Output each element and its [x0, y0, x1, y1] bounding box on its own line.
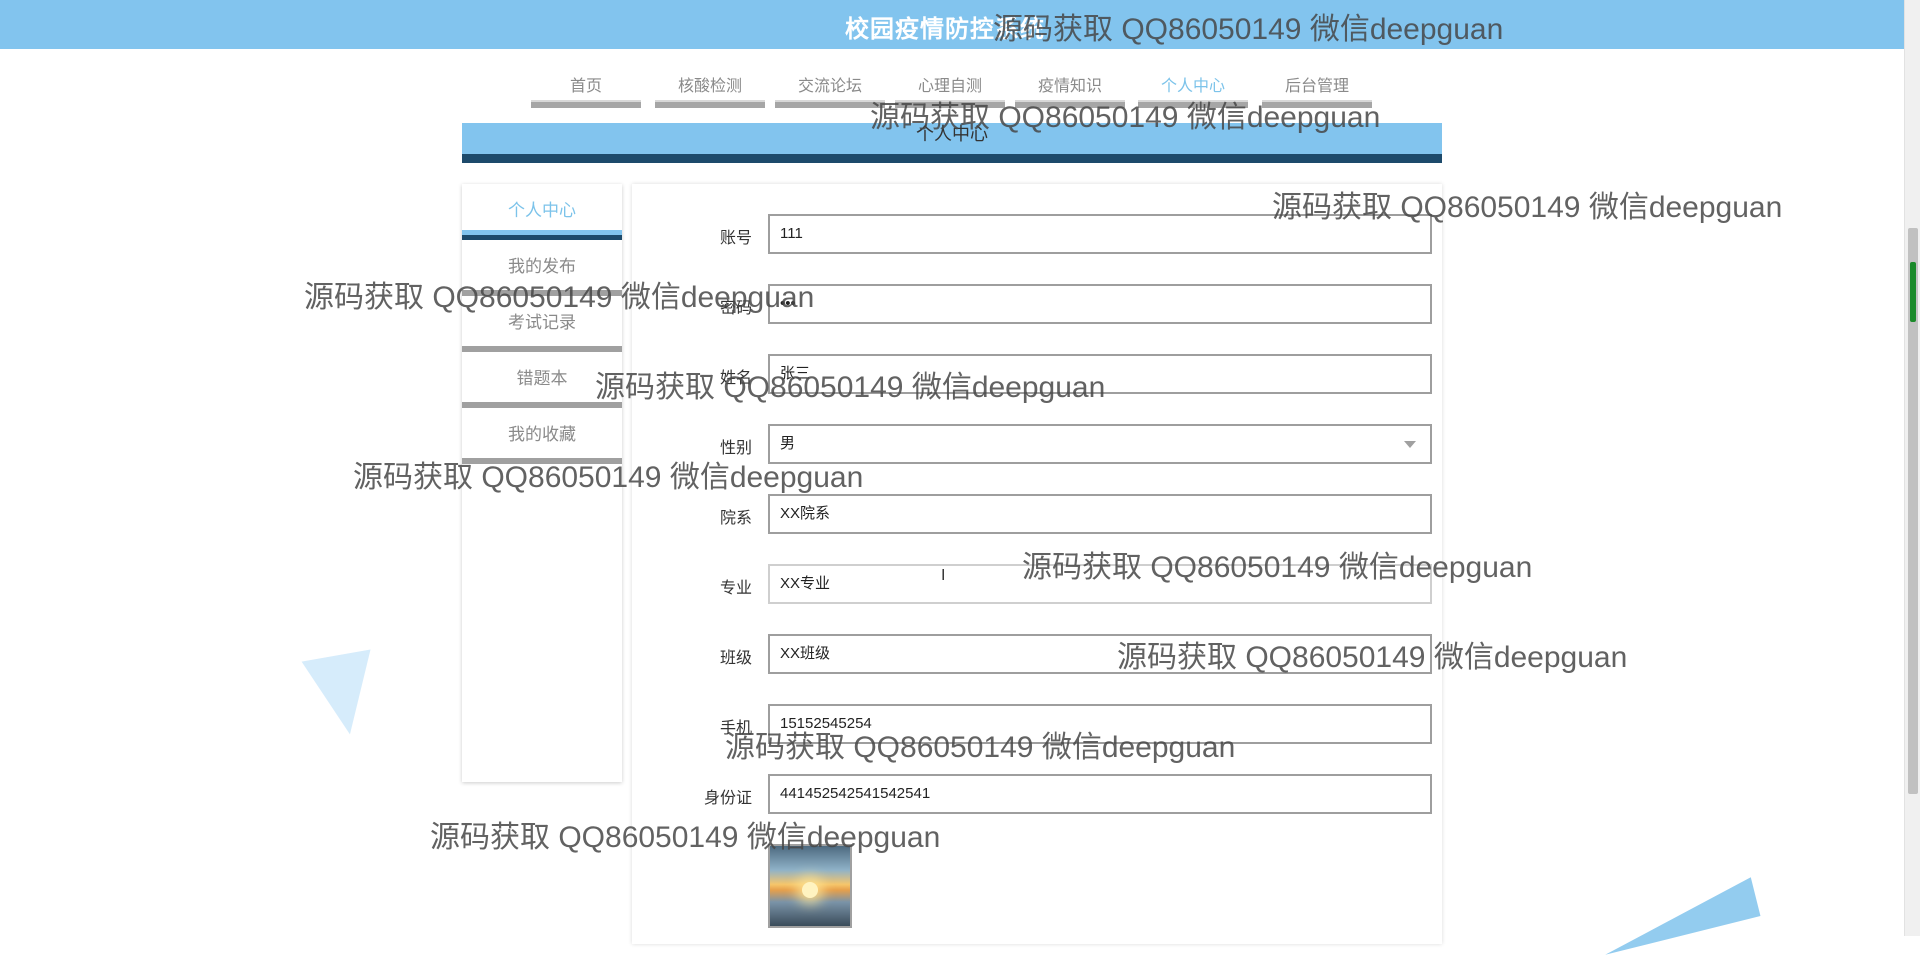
title-bar: 校园疫情防控系统	[0, 0, 1904, 49]
sidebar-item-my-posts[interactable]: 我的发布	[462, 240, 622, 296]
id-card-label: 身份证	[703, 790, 752, 807]
password-field[interactable]: •••	[768, 284, 1432, 324]
section-header: 个人中心	[462, 123, 1442, 163]
sidebar-item-wrong-questions[interactable]: 错题本	[462, 352, 622, 408]
account-label: 账号	[719, 230, 752, 247]
password-row: 密码 •••	[632, 284, 1442, 324]
phone-label: 手机	[719, 720, 752, 737]
profile-form: 账号 111 密码 ••• 姓名 张三 性别 男 院系 XX院系 专业 XX专业…	[632, 184, 1442, 944]
section-title: 个人中心	[916, 124, 988, 144]
nav-item-home[interactable]: 首页	[531, 72, 641, 108]
nav-item-personal-center[interactable]: 个人中心	[1138, 72, 1248, 108]
major-label: 专业	[719, 580, 752, 597]
class-field[interactable]: XX班级	[768, 634, 1432, 674]
gender-select[interactable]: 男	[768, 424, 1432, 464]
decor-triangle	[301, 649, 385, 741]
nav-item-nucleic-test[interactable]: 核酸检测	[655, 72, 765, 108]
sidebar: 个人中心 我的发布 考试记录 错题本 我的收藏	[462, 184, 622, 782]
gender-label: 性别	[719, 440, 752, 457]
name-label: 姓名	[719, 370, 752, 387]
nav-item-psych-test[interactable]: 心理自测	[895, 72, 1005, 108]
sidebar-item-exam-records[interactable]: 考试记录	[462, 296, 622, 352]
app-title: 校园疫情防控系统	[845, 16, 1045, 43]
sidebar-item-favorites[interactable]: 我的收藏	[462, 408, 622, 464]
scrollbar[interactable]	[1904, 0, 1920, 936]
major-field[interactable]: XX专业	[768, 564, 1432, 604]
nav-item-forum[interactable]: 交流论坛	[775, 72, 885, 108]
id-card-field[interactable]: 441452542541542541	[768, 774, 1432, 814]
phone-field[interactable]: 15152545254	[768, 704, 1432, 744]
account-field[interactable]: 111	[768, 214, 1432, 254]
class-label: 班级	[719, 650, 752, 667]
main-nav: 首页 核酸检测 交流论坛 心理自测 疫情知识 个人中心 后台管理	[0, 49, 1904, 123]
nav-item-epidemic-knowledge[interactable]: 疫情知识	[1015, 72, 1125, 108]
gender-row: 性别 男	[632, 424, 1442, 464]
name-row: 姓名 张三	[632, 354, 1442, 394]
gender-value: 男	[780, 435, 796, 452]
department-field[interactable]: XX院系	[768, 494, 1432, 534]
chevron-down-icon	[1404, 441, 1416, 448]
avatar[interactable]	[768, 844, 852, 928]
decor-triangle	[1595, 877, 1761, 955]
department-row: 院系 XX院系	[632, 494, 1442, 534]
department-label: 院系	[719, 510, 752, 527]
name-field[interactable]: 张三	[768, 354, 1432, 394]
nav-item-admin[interactable]: 后台管理	[1262, 72, 1372, 108]
sidebar-item-personal-center[interactable]: 个人中心	[462, 184, 622, 240]
class-row: 班级 XX班级	[632, 634, 1442, 674]
password-label: 密码	[719, 300, 752, 317]
id-card-row: 身份证 441452542541542541	[632, 774, 1442, 814]
account-row: 账号 111	[632, 214, 1442, 254]
major-row: 专业 XX专业	[632, 564, 1442, 604]
phone-row: 手机 15152545254	[632, 704, 1442, 744]
text-cursor-icon: I	[941, 567, 946, 584]
scroll-marker	[1910, 262, 1916, 322]
